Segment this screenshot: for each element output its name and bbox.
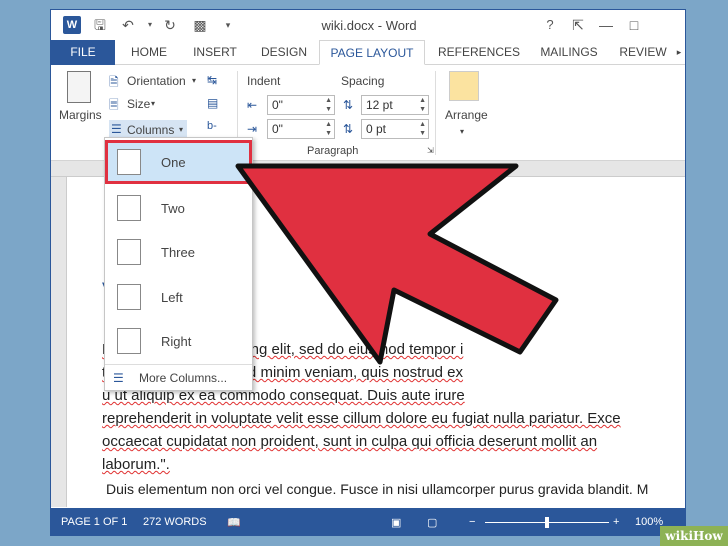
wikihow-badge: wikiHow [660,526,728,546]
red-pointer-arrow [235,163,559,365]
